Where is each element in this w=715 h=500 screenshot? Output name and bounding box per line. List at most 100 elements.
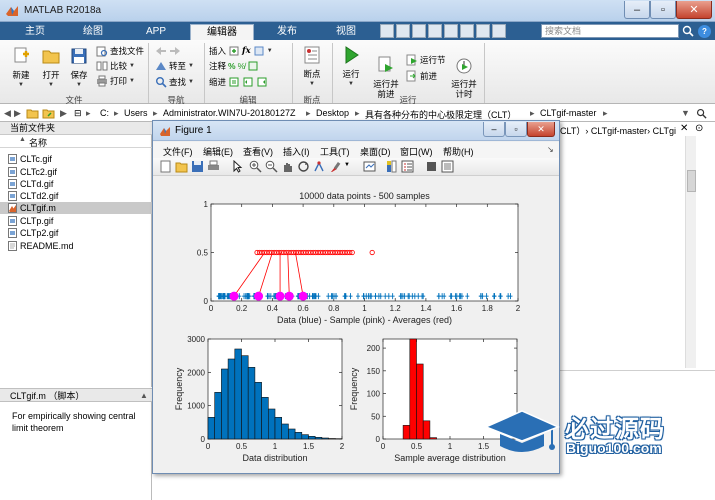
new-figure-icon[interactable] bbox=[159, 160, 172, 173]
breadcrumb-users[interactable]: Users bbox=[124, 108, 148, 118]
find-button[interactable]: 查找 ▼ bbox=[155, 76, 194, 88]
insert-button[interactable]: 插入 fx ▼ bbox=[209, 45, 273, 57]
print-figure-icon[interactable] bbox=[207, 160, 220, 173]
tab-editor[interactable]: 编辑器 bbox=[190, 24, 254, 40]
name-column-label[interactable]: 名称 bbox=[29, 136, 47, 149]
legend-icon[interactable] bbox=[401, 160, 414, 173]
percent-icon[interactable]: % bbox=[228, 61, 236, 71]
breadcrumb-administrator[interactable]: Administrator.WIN7U-20180127Z bbox=[163, 108, 296, 118]
save-button[interactable]: 保存 ▼ bbox=[66, 46, 92, 90]
show-plot-tools-icon[interactable] bbox=[441, 160, 454, 173]
data-cursor-icon[interactable] bbox=[313, 160, 326, 173]
tab-apps[interactable]: APP bbox=[128, 24, 184, 40]
edit-plot-icon[interactable] bbox=[231, 160, 244, 173]
quick-help-icon[interactable] bbox=[492, 24, 506, 38]
nav-back-forward[interactable] bbox=[155, 45, 181, 57]
advance-button[interactable]: 前进 bbox=[406, 70, 437, 82]
run-and-advance-button[interactable]: 运行并 前进 bbox=[370, 45, 402, 99]
smart-indent-icon[interactable] bbox=[228, 76, 240, 88]
breadcrumb-c[interactable]: C: bbox=[100, 108, 109, 118]
scrollbar-thumb[interactable] bbox=[687, 170, 696, 192]
menu-view[interactable]: 查看(V) bbox=[243, 145, 273, 158]
minimize-button[interactable]: – bbox=[624, 1, 650, 19]
indent-button[interactable]: 缩进 bbox=[209, 76, 268, 88]
figure-maximize-button[interactable]: ▫ bbox=[505, 122, 527, 137]
menu-help[interactable]: 帮助(H) bbox=[443, 145, 474, 158]
help-icon[interactable]: ? bbox=[698, 25, 711, 38]
file-item[interactable]: CLTd.gif bbox=[0, 178, 152, 190]
search-input[interactable]: 搜索文档 bbox=[541, 24, 679, 38]
save-figure-icon[interactable] bbox=[191, 160, 204, 173]
file-item[interactable]: CLTc2.gif bbox=[0, 166, 152, 178]
quick-paste-icon[interactable] bbox=[428, 24, 442, 38]
dock-arrow-icon[interactable]: ↘ bbox=[547, 145, 554, 154]
menu-window[interactable]: 窗口(W) bbox=[400, 145, 433, 158]
new-button[interactable]: 新建 ▼ bbox=[8, 46, 34, 90]
path-dropdown-icon[interactable]: ▼ bbox=[681, 108, 690, 118]
current-folder-header[interactable]: 当前文件夹 bbox=[0, 122, 160, 135]
up-folder-icon[interactable] bbox=[26, 107, 39, 119]
maximize-button[interactable]: ▫ bbox=[650, 1, 676, 19]
brush-dropdown-icon[interactable]: ▼ bbox=[344, 162, 350, 168]
run-section-button[interactable]: 运行节 bbox=[406, 54, 446, 66]
details-header[interactable]: CLTgif.m （脚本） ▲ bbox=[0, 388, 152, 402]
decrease-indent-icon[interactable] bbox=[256, 76, 268, 88]
run-and-time-button[interactable]: 运行并 计时 bbox=[448, 45, 480, 99]
open-button[interactable]: 打开 ▼ bbox=[38, 46, 64, 90]
tab-publish[interactable]: 发布 bbox=[258, 24, 316, 40]
wrap-comment-icon[interactable] bbox=[247, 60, 259, 72]
file-item[interactable]: CLTp2.gif bbox=[0, 227, 152, 239]
column-header[interactable]: 名称 ▲ bbox=[0, 135, 152, 148]
find-files-button[interactable]: 查找文件 bbox=[96, 45, 144, 57]
brush-icon[interactable] bbox=[329, 160, 342, 173]
figure-minimize-button[interactable]: – bbox=[483, 122, 505, 137]
zoom-out-icon[interactable] bbox=[265, 160, 278, 173]
path-search-icon[interactable] bbox=[696, 108, 707, 119]
file-item[interactable]: README.md bbox=[0, 240, 152, 252]
quick-copy-icon[interactable] bbox=[412, 24, 426, 38]
comment-button[interactable]: 注释 % %̸ bbox=[209, 60, 259, 72]
file-item[interactable]: CLTd2.gif bbox=[0, 190, 152, 202]
file-item[interactable]: CLTc.gif bbox=[0, 153, 152, 165]
breadcrumb-desktop[interactable]: Desktop bbox=[316, 108, 349, 118]
insert-section-icon[interactable] bbox=[253, 45, 265, 57]
menu-desktop[interactable]: 桌面(D) bbox=[360, 145, 391, 158]
rotate-icon[interactable] bbox=[297, 160, 310, 173]
forward-arrow-icon[interactable]: ▶ bbox=[14, 108, 21, 119]
goto-button[interactable]: 转至 ▼ bbox=[155, 60, 194, 72]
collapse-icon[interactable]: ▲ bbox=[140, 389, 148, 403]
quick-save-icon[interactable] bbox=[380, 24, 394, 38]
fx-icon[interactable]: fx bbox=[242, 46, 251, 56]
increase-indent-icon[interactable] bbox=[242, 76, 254, 88]
hide-plot-tools-icon[interactable] bbox=[425, 160, 438, 173]
file-item-selected[interactable]: CLTgif.m bbox=[0, 202, 152, 214]
menu-tools[interactable]: 工具(T) bbox=[320, 145, 350, 158]
quick-undo-icon[interactable] bbox=[444, 24, 458, 38]
quick-cut-icon[interactable] bbox=[396, 24, 410, 38]
tab-home[interactable]: 主页 bbox=[10, 24, 60, 40]
link-plot-icon[interactable] bbox=[363, 160, 376, 173]
vertical-scrollbar[interactable] bbox=[685, 136, 696, 368]
panel-menu-icon[interactable]: ⊙ bbox=[695, 123, 710, 134]
search-icon[interactable] bbox=[682, 25, 694, 37]
file-item[interactable]: CLTp.gif bbox=[0, 215, 152, 227]
figure-close-button[interactable]: ✕ bbox=[527, 122, 555, 137]
back-arrow-icon[interactable]: ◀ bbox=[4, 108, 11, 119]
close-button[interactable]: ✕ bbox=[676, 1, 712, 19]
panel-close-icon[interactable]: ✕ bbox=[680, 123, 688, 134]
path-arrow-icon[interactable]: ▶ bbox=[60, 108, 67, 119]
browse-folder-icon[interactable] bbox=[42, 107, 55, 119]
zoom-in-icon[interactable] bbox=[249, 160, 262, 173]
tab-view[interactable]: 视图 bbox=[318, 24, 374, 40]
breakpoints-button[interactable]: 断点 ▼ bbox=[298, 45, 326, 89]
menu-insert[interactable]: 插入(I) bbox=[283, 145, 310, 158]
run-button[interactable]: 运行 ▼ bbox=[338, 45, 364, 89]
print-button[interactable]: 打印 ▼ bbox=[96, 75, 135, 87]
colorbar-icon[interactable] bbox=[385, 160, 398, 173]
open-file-icon[interactable] bbox=[175, 160, 188, 173]
quick-redo-icon[interactable] bbox=[460, 24, 474, 38]
pan-icon[interactable] bbox=[281, 160, 294, 173]
uncomment-icon[interactable]: %̸ bbox=[238, 61, 246, 71]
quick-switch-icon[interactable] bbox=[476, 24, 490, 38]
compare-button[interactable]: 比较 ▼ bbox=[96, 60, 135, 72]
